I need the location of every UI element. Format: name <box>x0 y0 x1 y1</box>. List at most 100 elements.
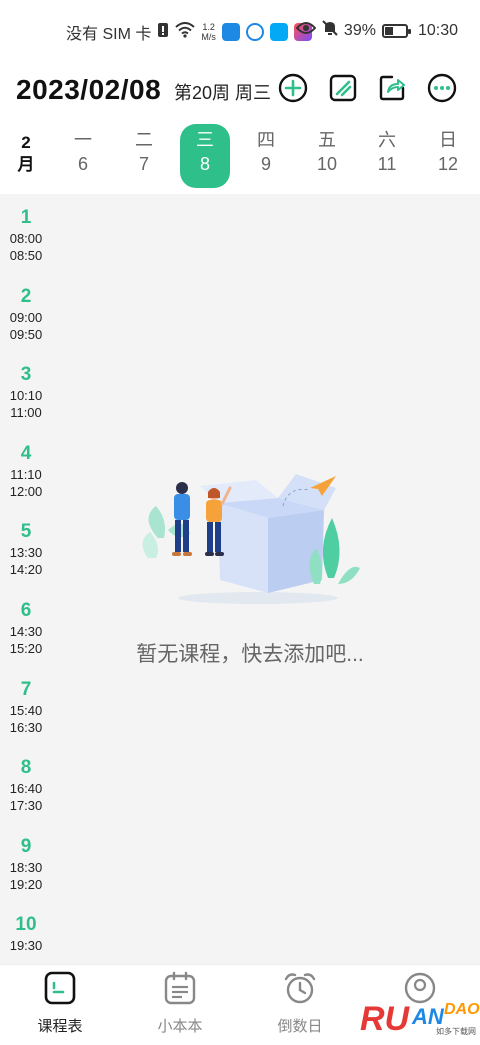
week-day-row: 2 月 一 6 二 7 三 8 四 9 五 10 六 11 日 12 <box>0 120 480 194</box>
empty-state-illustration <box>138 458 362 608</box>
day-cell[interactable]: 二7 <box>119 128 169 188</box>
weekday-label: 五 <box>318 130 336 150</box>
svg-text:DAO: DAO <box>444 1001 480 1018</box>
weekday-label: 三 <box>196 130 214 150</box>
day-cell[interactable]: 五 10 <box>302 128 352 188</box>
share-icon <box>379 75 405 101</box>
svg-text:RU: RU <box>360 1000 411 1038</box>
app-notification-icon <box>245 23 264 41</box>
month-unit: 月 <box>17 155 35 174</box>
date-number: 11 <box>377 154 397 174</box>
period-slot: 2 09:00 09:50 <box>0 285 52 343</box>
wifi-icon <box>175 21 196 43</box>
period-slot: 7 15:40 16:30 <box>0 678 52 736</box>
battery-icon <box>381 23 411 38</box>
period-end-time: 19:20 <box>9 876 43 892</box>
day-cell[interactable]: 六 11 <box>362 128 412 188</box>
period-end-time: 08:50 <box>9 248 43 263</box>
tab-notebook[interactable]: 小本本 <box>135 971 225 1036</box>
period-start-time: 11:10 <box>10 466 42 482</box>
date-number: 9 <box>260 154 271 174</box>
period-number: 10 <box>15 914 37 936</box>
period-number: 2 <box>20 285 32 307</box>
battery-percent: 39% <box>343 21 376 39</box>
svg-text:如多下载网: 如多下载网 <box>436 1026 476 1036</box>
watermark-logo: RU AN DAO 如多下载网 <box>360 990 480 1040</box>
period-column: 1 08:00 08:50 2 09:00 09:50 3 10:10 11:00 4 11:10 1… <box>0 194 52 964</box>
month-label: 2 月 <box>8 132 44 176</box>
period-slot: 4 11:10 12:00 <box>0 442 52 500</box>
schedule-icon <box>43 971 77 1005</box>
plus-circle-icon <box>278 73 308 103</box>
add-button[interactable] <box>277 72 309 104</box>
stripes-icon <box>329 74 357 102</box>
day-cell[interactable]: 一6 <box>58 128 108 188</box>
header: 2023/02/08 第20周 周三 <box>0 60 480 120</box>
period-number: 6 <box>20 600 32 621</box>
share-button[interactable] <box>376 72 408 104</box>
period-number: 1 <box>20 207 32 228</box>
notebook-icon <box>163 971 197 1005</box>
period-start-time: 13:30 <box>9 545 43 561</box>
period-end-time: 17:30 <box>9 798 43 814</box>
period-start-time: 09:00 <box>9 309 43 325</box>
period-slot: 1 08:00 08:50 <box>0 206 52 264</box>
period-end-time: 16:30 <box>9 719 43 735</box>
weekday-label: 二 <box>135 130 153 150</box>
period-slot: 9 18:30 19:20 <box>0 835 52 893</box>
tab-label: 小本本 <box>157 1018 203 1035</box>
day-cell[interactable]: 三8 <box>180 124 230 188</box>
period-number: 8 <box>20 757 32 779</box>
tab-label: 倒数日 <box>277 1018 323 1035</box>
period-end-time: 12:00 <box>9 483 43 499</box>
app-notification-icon <box>269 23 288 41</box>
page-title-date: 2023/02/08 <box>16 74 162 105</box>
schedule-grid[interactable]: 1 08:00 08:50 2 09:00 09:50 3 10:10 11:00 4 11:10 1… <box>0 194 480 964</box>
period-end-time: 09:50 <box>9 326 43 342</box>
svg-text:AN: AN <box>411 1004 445 1029</box>
empty-state-message: 暂无课程，快去添加吧... <box>136 643 364 666</box>
date-number: 6 <box>77 154 88 174</box>
net-speed-value: 1.2 <box>202 22 215 32</box>
period-start-time: 18:30 <box>9 859 43 875</box>
sim-alert-icon <box>157 22 169 43</box>
month-number: 2 <box>21 133 31 152</box>
period-start-time: 19:30 <box>9 938 43 954</box>
period-slot: 8 16:40 17:30 <box>0 756 52 814</box>
app-notification-icon <box>221 23 240 41</box>
net-speed-unit: M/s <box>201 32 216 42</box>
background-style-button[interactable] <box>327 72 359 104</box>
day-cell[interactable]: 四9 <box>241 128 291 188</box>
period-slot: 10 19:30 <box>0 913 52 954</box>
period-slot: 5 13:30 14:20 <box>0 520 52 578</box>
eye-icon <box>295 21 317 40</box>
day-cell[interactable]: 日 12 <box>423 128 473 188</box>
weekday-label: 四 <box>257 130 275 150</box>
carrier-label: 没有 SIM 卡 <box>66 26 152 43</box>
alarm-clock-icon <box>283 971 317 1005</box>
week-info: 第20周 周三 <box>174 83 272 103</box>
period-start-time: 16:40 <box>9 781 43 797</box>
date-number: 8 <box>199 154 210 174</box>
status-bar: 没有 SIM 卡 1.2 M/s 39% 10:30 <box>0 0 480 60</box>
clock: 10:30 <box>417 21 458 39</box>
mute-bell-icon <box>322 20 338 41</box>
weekday-label: 六 <box>378 130 396 150</box>
period-end-time: 14:20 <box>9 562 43 578</box>
tab-countdown[interactable]: 倒数日 <box>255 971 345 1036</box>
weekday-label: 一 <box>74 130 92 150</box>
period-number: 4 <box>20 442 32 464</box>
date-number: 7 <box>138 154 149 174</box>
period-number: 9 <box>20 835 32 857</box>
period-number: 7 <box>20 678 32 700</box>
tab-schedule[interactable]: 课程表 <box>15 971 105 1036</box>
tab-label: 课程表 <box>37 1018 83 1035</box>
period-number: 5 <box>20 521 32 543</box>
period-start-time: 08:00 <box>9 231 43 246</box>
more-dots-icon <box>427 73 457 103</box>
more-button[interactable] <box>426 72 458 104</box>
weekday-label: 日 <box>439 130 457 150</box>
period-end-time: 11:00 <box>10 405 42 421</box>
period-start-time: 15:40 <box>9 702 43 718</box>
period-number: 3 <box>20 364 32 386</box>
